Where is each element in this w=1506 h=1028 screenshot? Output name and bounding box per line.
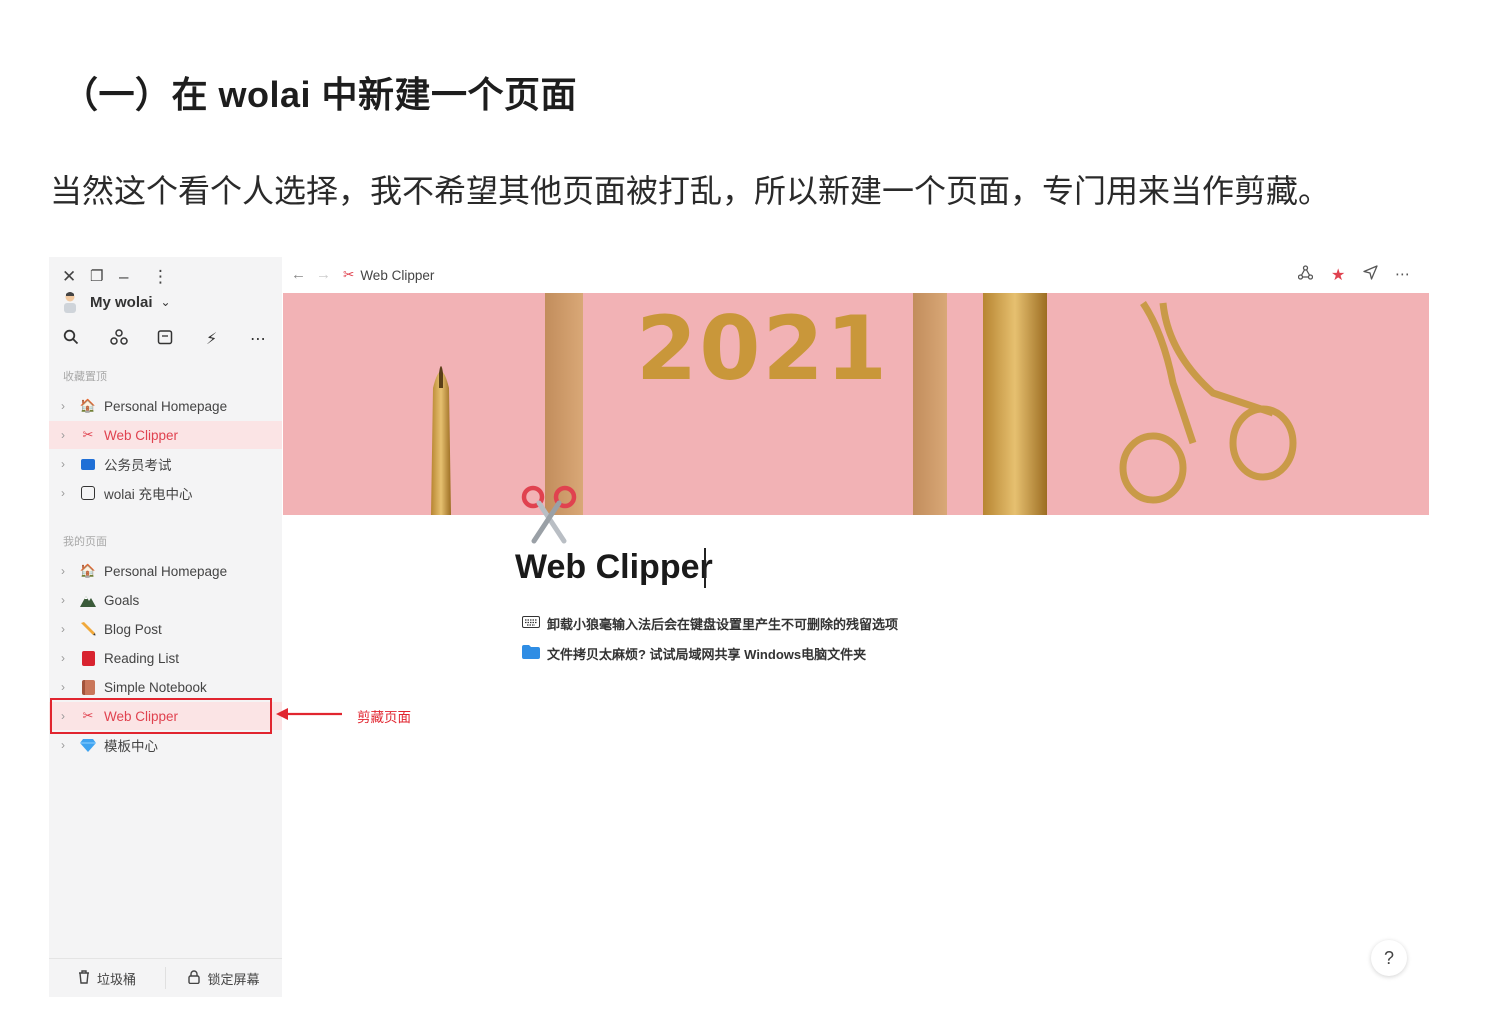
lock-label: 锁定屏幕 — [207, 971, 260, 987]
text-cursor — [704, 548, 706, 588]
favorites-label: 收藏置顶 — [63, 371, 107, 383]
sidebar-item-label: 模板中心 — [104, 739, 158, 754]
scissors-icon: ✂ — [343, 267, 355, 282]
chevron-right-icon[interactable]: › — [61, 622, 79, 636]
page-link-1[interactable]: 卸载小狼毫输入法后会在键盘设置里产生不可删除的残留选项 — [522, 614, 898, 633]
chevron-right-icon[interactable]: › — [61, 428, 79, 442]
chevron-right-icon[interactable]: › — [61, 651, 79, 665]
topbar: ← → ✂ Web Clipper ★ ⋯ — [283, 257, 1429, 293]
calendar-icon[interactable] — [157, 329, 173, 350]
article-paragraph: 当然这个看个人选择，我不希望其他页面被打乱，所以新建一个页面，专门用来当作剪藏。 — [50, 173, 1331, 209]
page-link-label: 文件拷贝太麻烦? 试试局域网共享 Windows电脑文件夹 — [547, 647, 867, 662]
chevron-right-icon[interactable]: › — [61, 680, 79, 694]
lock-screen-button[interactable]: 锁定屏幕 — [166, 959, 282, 997]
chevron-right-icon[interactable]: › — [61, 593, 79, 607]
square-icon — [79, 485, 97, 501]
sidebar-item-reading-list[interactable]: › Reading List — [49, 644, 282, 672]
trash-label: 垃圾桶 — [96, 971, 136, 987]
sidebar-item-exam[interactable]: › 公务员考试 — [49, 450, 282, 478]
scissors-icon: ✂ — [82, 427, 94, 442]
sidebar-item-template-center[interactable]: › 模板中心 — [49, 731, 282, 759]
sidebar-item-label: Blog Post — [104, 621, 162, 637]
sidebar: ✕ ❐ – ⋮ My wolai ⌄ ⚡ ⋯ 收藏置顶 › 🏠 Personal… — [49, 257, 282, 997]
sidebar-item-personal-homepage[interactable]: › 🏠 Personal Homepage — [49, 392, 282, 420]
chevron-right-icon[interactable]: › — [61, 457, 79, 471]
restore-icon[interactable]: ❐ — [90, 267, 103, 285]
workspace-switcher[interactable]: My wolai ⌄ — [61, 291, 171, 313]
pencil-icon — [79, 621, 97, 637]
sidebar-item-label: Personal Homepage — [104, 563, 228, 579]
page-link-label: 卸载小狼毫输入法后会在键盘设置里产生不可删除的残留选项 — [547, 617, 899, 632]
send-icon[interactable] — [1363, 265, 1378, 284]
chevron-right-icon[interactable]: › — [61, 399, 79, 413]
breadcrumb[interactable]: ✂ Web Clipper — [343, 267, 434, 283]
sidebar-item-label: Simple Notebook — [104, 679, 207, 695]
page-scissors-icon[interactable] — [520, 484, 578, 544]
sidebar-item-web-clipper-favorite[interactable]: › ✂ Web Clipper — [49, 421, 282, 449]
sidebar-item-blog-post[interactable]: › Blog Post — [49, 615, 282, 643]
lightning-icon[interactable]: ⚡ — [206, 329, 217, 349]
lock-icon — [188, 969, 201, 987]
chevron-right-icon[interactable]: › — [61, 738, 79, 752]
sidebar-item-label: Reading List — [104, 650, 180, 666]
search-icon[interactable] — [63, 329, 79, 350]
sidebar-item-label: Personal Homepage — [104, 398, 228, 414]
forward-arrow-icon[interactable]: → — [316, 266, 331, 283]
mountain-icon — [79, 592, 97, 608]
article-heading: （一）在 wolai 中新建一个页面 — [62, 74, 578, 115]
blue-card-icon — [79, 456, 97, 472]
cover-year: 2021 — [636, 297, 889, 400]
annotation-arrow-icon — [276, 708, 342, 720]
graph-icon[interactable] — [110, 329, 128, 350]
sidebar-item-label: wolai 充电中心 — [104, 487, 193, 502]
house-icon: 🏠 — [79, 563, 97, 578]
sidebar-footer: 垃圾桶 锁定屏幕 — [49, 958, 282, 997]
minimize-icon[interactable]: – — [119, 267, 128, 287]
page-link-2[interactable]: 文件拷贝太麻烦? 试试局域网共享 Windows电脑文件夹 — [522, 644, 866, 663]
keyboard-icon — [522, 616, 540, 631]
share-graph-icon[interactable] — [1297, 265, 1314, 284]
my-pages-label: 我的页面 — [63, 536, 107, 548]
page-title[interactable]: Web Clipper — [515, 548, 713, 587]
sidebar-item-label: 公务员考试 — [104, 458, 172, 473]
more-vertical-icon[interactable]: ⋮ — [152, 267, 169, 287]
folder-icon — [522, 645, 540, 662]
sidebar-item-label: Web Clipper — [104, 427, 179, 443]
sidebar-item-personal-homepage-page[interactable]: › 🏠 Personal Homepage — [49, 557, 282, 585]
sidebar-item-label: Goals — [104, 592, 140, 608]
chevron-right-icon[interactable]: › — [61, 486, 79, 500]
sidebar-item-simple-notebook[interactable]: › Simple Notebook — [49, 673, 282, 701]
diamond-icon — [79, 737, 97, 753]
more-horizontal-icon[interactable]: ⋯ — [1395, 265, 1410, 283]
cover-image[interactable]: 2021 — [283, 293, 1429, 515]
trash-icon — [78, 969, 90, 987]
red-book-icon — [79, 650, 97, 666]
star-icon[interactable]: ★ — [1331, 265, 1345, 285]
chevron-right-icon[interactable]: › — [61, 564, 79, 578]
house-icon: 🏠 — [79, 398, 97, 413]
trash-button[interactable]: 垃圾桶 — [49, 959, 165, 997]
avatar — [61, 291, 79, 313]
highlight-box — [50, 698, 272, 734]
more-horizontal-icon[interactable]: ⋯ — [250, 329, 266, 349]
back-arrow-icon[interactable]: ← — [291, 266, 306, 283]
help-label: ? — [1383, 947, 1394, 968]
sidebar-item-charging-center[interactable]: › wolai 充电中心 — [49, 479, 282, 507]
chevron-down-icon: ⌄ — [160, 295, 171, 309]
breadcrumb-label: Web Clipper — [360, 267, 435, 283]
annotation-label: 剪藏页面 — [357, 710, 411, 725]
close-icon[interactable]: ✕ — [62, 267, 76, 287]
workspace-name: My wolai — [90, 293, 153, 311]
sidebar-item-goals[interactable]: › Goals — [49, 586, 282, 614]
help-button[interactable]: ? — [1371, 940, 1407, 976]
notebook-icon — [79, 679, 97, 695]
